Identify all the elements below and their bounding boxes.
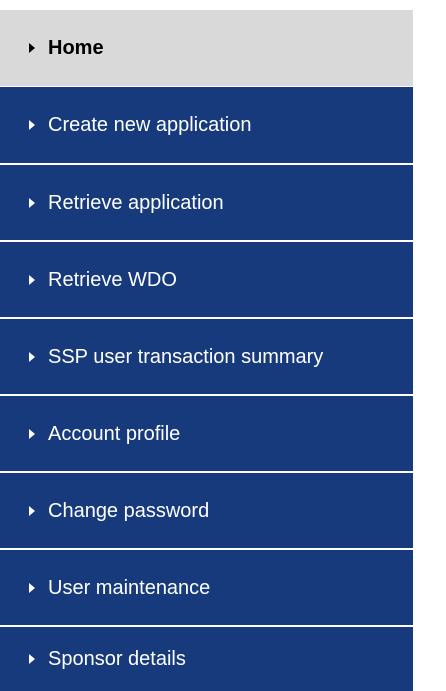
menu-item-label: Home — [48, 37, 104, 59]
menu-item-create-new-application[interactable]: Create new application — [0, 87, 413, 163]
menu-item-home[interactable]: Home — [0, 10, 413, 86]
menu-item-user-maintenance[interactable]: User maintenance — [0, 550, 413, 625]
menu-item-label: Retrieve WDO — [48, 268, 177, 291]
triangle-right-icon — [29, 351, 35, 362]
triangle-right-icon — [29, 274, 35, 285]
triangle-right-icon — [29, 428, 35, 439]
menu-item-sponsor-details[interactable]: Sponsor details — [0, 627, 413, 691]
menu-item-label: SSP user transaction summary — [48, 345, 324, 368]
triangle-right-icon — [29, 582, 35, 593]
menu-item-label: Change password — [48, 499, 210, 522]
menu-item-label: Sponsor details — [48, 648, 186, 670]
triangle-right-icon — [29, 505, 35, 516]
triangle-right-icon — [29, 197, 35, 208]
menu-item-label: Retrieve application — [48, 191, 224, 214]
triangle-right-icon — [29, 43, 35, 53]
menu-item-account-profile[interactable]: Account profile — [0, 396, 413, 471]
menu-item-ssp-user-transaction-summary[interactable]: SSP user transaction summary — [0, 319, 413, 394]
menu-item-label: User maintenance — [48, 576, 211, 599]
menu-item-label: Account profile — [48, 422, 181, 445]
menu-item-label: Create new application — [48, 114, 252, 136]
menu-item-retrieve-application[interactable]: Retrieve application — [0, 165, 413, 240]
menu-item-change-password[interactable]: Change password — [0, 473, 413, 548]
triangle-right-icon — [29, 120, 35, 130]
menu-item-retrieve-wdo[interactable]: Retrieve WDO — [0, 242, 413, 317]
sidebar-menu: Home Create new application Retrieve app… — [0, 0, 446, 691]
triangle-right-icon — [29, 654, 35, 664]
